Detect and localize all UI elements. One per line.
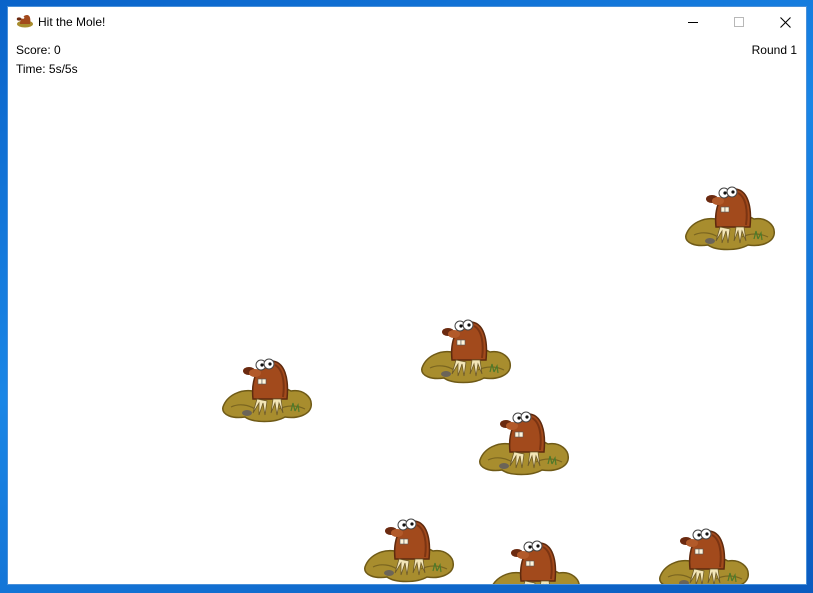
window-title: Hit the Mole!: [38, 15, 106, 29]
maximize-icon: [734, 17, 744, 27]
mole-6[interactable]: [487, 537, 583, 585]
close-icon: [779, 16, 791, 28]
time-label: Time: 5s/5s: [16, 62, 78, 76]
minimize-button[interactable]: [670, 7, 716, 37]
mole-4[interactable]: [476, 408, 572, 478]
mole-7[interactable]: [656, 525, 752, 585]
mole-5[interactable]: [361, 515, 457, 585]
mole-3[interactable]: [219, 355, 315, 425]
close-button[interactable]: [762, 7, 806, 37]
round-label: Round 1: [751, 43, 797, 57]
mole-icon: [16, 15, 33, 28]
game-window: Hit the Mole! Score: 0 Time: 5s/5s Round…: [7, 6, 807, 585]
mole-2[interactable]: [418, 316, 514, 386]
mole-1[interactable]: [682, 183, 778, 253]
title-bar[interactable]: Hit the Mole!: [8, 7, 806, 37]
minimize-icon: [688, 22, 698, 23]
maximize-button[interactable]: [716, 7, 762, 37]
score-label: Score: 0: [16, 43, 61, 57]
